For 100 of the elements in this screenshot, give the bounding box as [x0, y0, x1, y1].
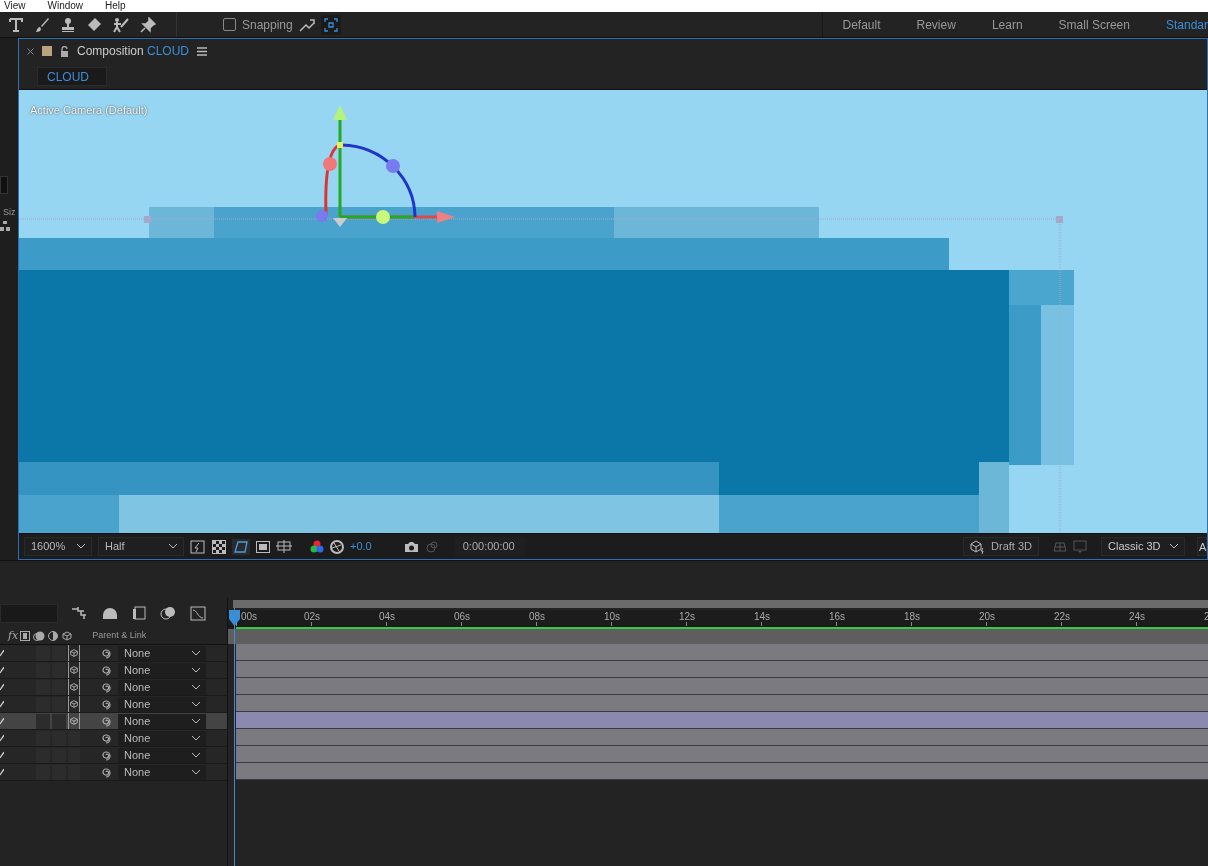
time-label: 10s: [604, 611, 621, 622]
chevron-down-icon: [192, 752, 200, 758]
parent-dropdown[interactable]: None: [118, 713, 206, 729]
parent-dropdown[interactable]: None: [118, 747, 206, 763]
adjustment-layer-icon: [48, 631, 59, 641]
3d-layer-icon[interactable]: [68, 713, 80, 729]
parent-dropdown[interactable]: None: [118, 645, 206, 661]
parent-dropdown[interactable]: None: [118, 696, 206, 712]
exposure-value[interactable]: +0.0: [350, 538, 372, 555]
3d-layer-icon[interactable]: [68, 645, 80, 661]
effects-column-label: fx: [6, 627, 19, 644]
layer-duration-bar[interactable]: [236, 712, 1208, 729]
time-label: 24s: [1129, 611, 1146, 622]
menu-icon[interactable]: [197, 46, 208, 56]
layer-row[interactable]: None: [0, 645, 227, 662]
pick-whip-icon[interactable]: [100, 749, 112, 761]
layer-duration-bar[interactable]: [236, 695, 1208, 712]
menu-item[interactable]: Help: [105, 0, 126, 12]
type-tool-icon[interactable]: [8, 16, 24, 33]
close-icon[interactable]: [27, 47, 34, 55]
3d-layer-icon[interactable]: [68, 679, 80, 695]
graph-editor-icon[interactable]: [190, 605, 206, 621]
stamp-tool-icon[interactable]: [60, 16, 76, 33]
brush-tool-icon[interactable]: [34, 16, 50, 33]
motion-blur-icon[interactable]: [160, 606, 176, 620]
snapping-label: Snapping: [242, 16, 293, 34]
pick-whip-icon[interactable]: [100, 766, 112, 778]
menu-item[interactable]: Window: [47, 0, 84, 12]
layer-duration-bar[interactable]: [236, 661, 1208, 678]
chevron-down-icon: [192, 735, 200, 741]
layer-row[interactable]: None: [0, 764, 227, 781]
color-channels-icon[interactable]: [310, 539, 324, 554]
parent-dropdown[interactable]: None: [118, 730, 206, 746]
layer-duration-bar[interactable]: [236, 644, 1208, 661]
workspace-tab[interactable]: Default: [842, 15, 881, 34]
eraser-tool-icon[interactable]: [86, 16, 102, 33]
workspace-tab[interactable]: Learn: [991, 15, 1023, 34]
pick-whip-icon[interactable]: [100, 698, 112, 710]
layer-duration-bar[interactable]: [236, 746, 1208, 763]
check-icon: [0, 734, 4, 742]
puppet-tool-icon[interactable]: [112, 16, 130, 33]
mask-path-icon[interactable]: [232, 538, 250, 555]
view-dropdown[interactable]: A: [1197, 537, 1207, 556]
pick-whip-icon[interactable]: [100, 732, 112, 744]
layer-duration-bar[interactable]: [236, 678, 1208, 695]
transparency-grid-icon[interactable]: [212, 539, 226, 554]
pin-tool-icon[interactable]: [140, 16, 156, 33]
draft-3d-button[interactable]: Draft 3D: [963, 537, 1039, 556]
parent-dropdown[interactable]: None: [118, 662, 206, 678]
check-icon: [0, 751, 4, 759]
fast-preview-icon[interactable]: [190, 539, 206, 554]
pick-whip-icon[interactable]: [100, 647, 112, 659]
workspace-tab[interactable]: Standar: [1165, 15, 1208, 34]
layer-duration-bar[interactable]: [236, 729, 1208, 746]
resolution-dropdown[interactable]: Half: [98, 537, 184, 556]
check-icon: [0, 700, 4, 708]
renderer-dropdown[interactable]: Classic 3D: [1101, 537, 1185, 556]
zoom-dropdown[interactable]: 1600%: [24, 537, 92, 556]
expand-frame-icon[interactable]: [320, 14, 341, 35]
layer-row[interactable]: None: [0, 679, 227, 696]
layer-row[interactable]: None: [0, 696, 227, 713]
3d-layer-switch[interactable]: [68, 730, 80, 746]
menu-item[interactable]: View: [4, 0, 26, 12]
panel-field[interactable]: [0, 176, 8, 194]
pick-whip-icon[interactable]: [100, 715, 112, 727]
composition-flowchart-icon[interactable]: [72, 606, 88, 620]
parent-dropdown[interactable]: None: [118, 764, 206, 780]
layer-row[interactable]: None: [0, 747, 227, 764]
region-of-interest-icon[interactable]: [276, 539, 292, 554]
exposure-icon[interactable]: [330, 539, 344, 554]
safe-margins-icon[interactable]: [256, 540, 270, 553]
workspace-tab[interactable]: Small Screen: [1058, 15, 1130, 34]
pick-whip-icon[interactable]: [100, 681, 112, 693]
layer-row[interactable]: None: [0, 713, 227, 730]
snapping-checkbox[interactable]: [223, 18, 236, 31]
chevron-down-icon: [192, 718, 200, 724]
pick-whip-icon[interactable]: [100, 664, 112, 676]
time-label: 08s: [529, 611, 546, 622]
workspace-tab[interactable]: Review: [916, 15, 956, 34]
3d-layer-icon[interactable]: [68, 662, 80, 678]
snap-edges-icon[interactable]: [298, 17, 315, 32]
layer-row[interactable]: None: [0, 662, 227, 679]
chevron-down-icon: [192, 650, 200, 656]
playhead-marker[interactable]: [229, 610, 240, 626]
time-label: 12s: [679, 611, 696, 622]
layer-row[interactable]: None: [0, 730, 227, 747]
chevron-down-icon: [192, 701, 200, 707]
layer-duration-bar[interactable]: [236, 763, 1208, 780]
3d-layer-icon[interactable]: [68, 696, 80, 712]
time-label: 20s: [979, 611, 996, 622]
composition-tab[interactable]: CLOUD: [37, 66, 107, 86]
hierarchy-icon[interactable]: [0, 221, 10, 231]
frame-blending-icon[interactable]: [132, 606, 146, 620]
camera-icon[interactable]: [403, 540, 419, 553]
lock-icon[interactable]: [60, 45, 69, 57]
parent-dropdown[interactable]: None: [118, 679, 206, 695]
time-label: 00s: [241, 611, 258, 622]
chevron-down-icon: [192, 667, 200, 673]
panel-title: Composition CLOUD: [77, 43, 190, 60]
shy-layers-icon[interactable]: [102, 606, 118, 620]
